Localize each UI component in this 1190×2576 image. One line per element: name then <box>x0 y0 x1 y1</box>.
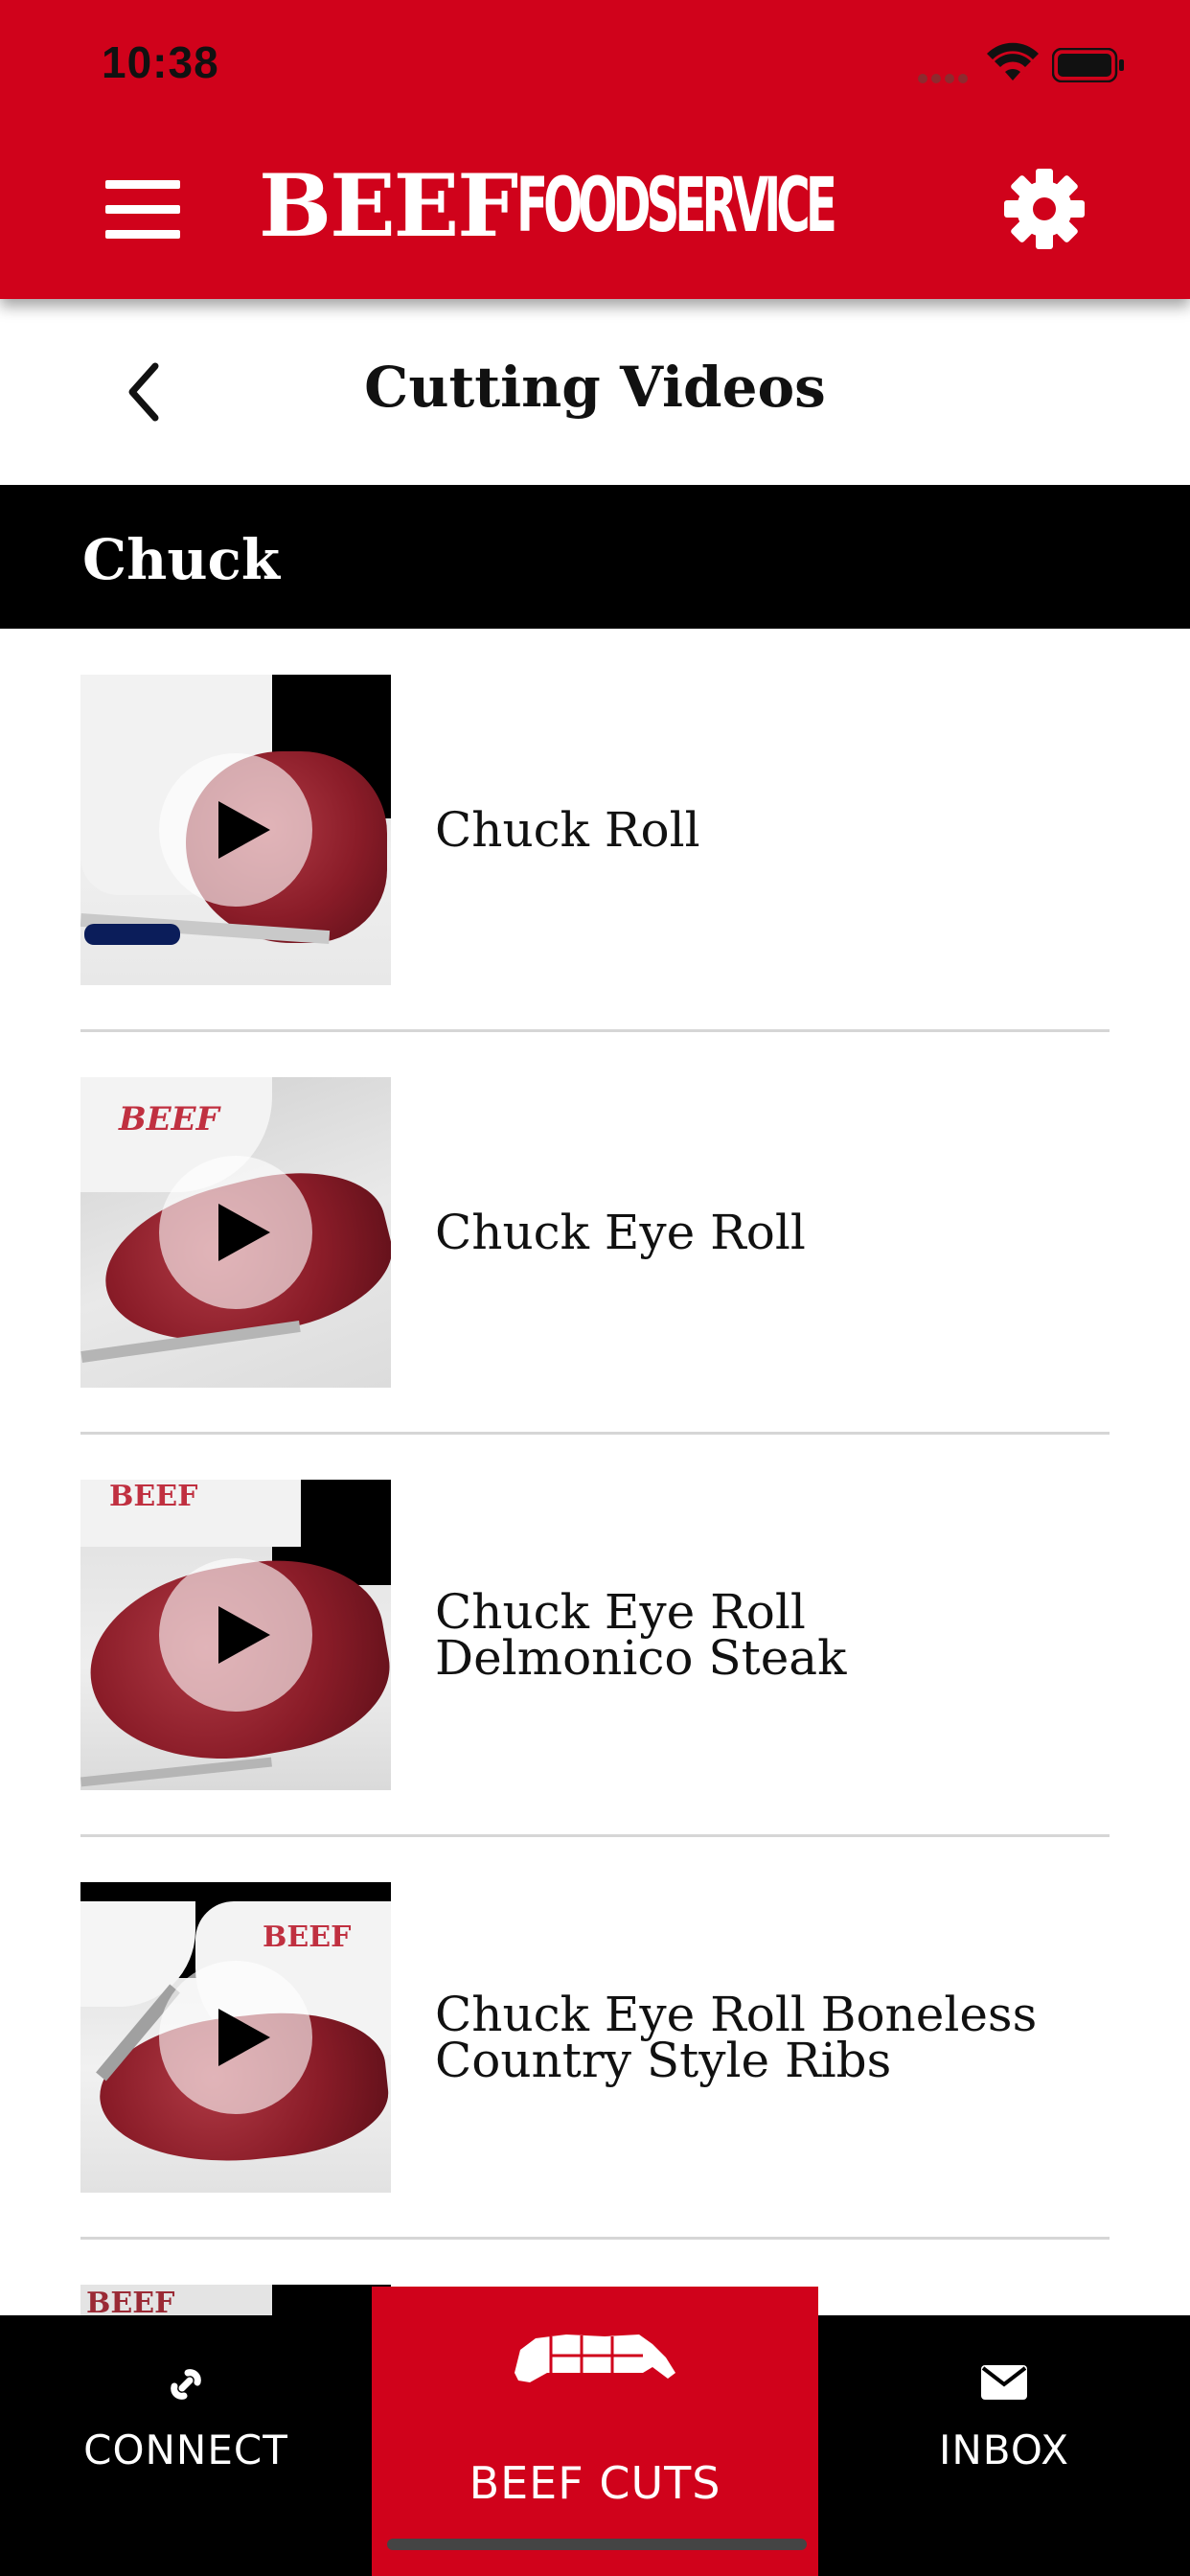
page-title: Cutting Videos <box>364 355 826 420</box>
play-icon[interactable] <box>159 753 312 907</box>
cow-cuts-icon <box>515 2334 675 2382</box>
tab-inbox-label: INBOX <box>938 2426 1070 2473</box>
brand-logo: BEEF FOODSERVICE <box>259 153 929 259</box>
tab-beef-cuts-label: BEEF CUTS <box>469 2457 721 2509</box>
cellular-signal-icon <box>918 69 972 83</box>
tab-connect-label: CONNECT <box>83 2426 288 2473</box>
link-icon <box>171 2369 201 2400</box>
wifi-icon <box>987 42 1039 80</box>
brand-primary: BEEF <box>259 155 518 257</box>
battery-icon <box>1052 48 1124 82</box>
play-icon[interactable] <box>159 1156 312 1309</box>
video-title: Chuck Eye Roll Boneless Country Style Rib… <box>435 1987 1038 2088</box>
section-title: Chuck <box>82 527 281 592</box>
video-thumbnail: BEEF <box>80 1882 391 2193</box>
video-thumbnail: BEEF <box>80 1480 391 1790</box>
play-icon[interactable] <box>159 1961 312 2114</box>
bottom-tab-bar: CONNECT BEEF CUTS INBOX <box>0 2287 1190 2576</box>
tab-connect[interactable]: CONNECT <box>0 2315 372 2576</box>
menu-icon[interactable] <box>105 180 182 239</box>
app-header: 10:38 BEEF FOODSERVICE <box>0 0 1190 299</box>
video-title: Chuck Eye Roll Delmonico Steak <box>435 1584 847 1686</box>
video-thumbnail <box>80 675 391 985</box>
video-item-chuck-eye-roll-country-ribs[interactable]: BEEF Chuck Eye Roll Boneless Country Styl… <box>80 1836 1110 2240</box>
video-title: Chuck Eye Roll <box>435 1205 806 1260</box>
home-indicator <box>387 2539 807 2550</box>
tab-beef-cuts[interactable]: BEEF CUTS <box>372 2287 818 2576</box>
status-time: 10:38 <box>102 37 219 87</box>
tab-inbox[interactable]: INBOX <box>818 2315 1190 2576</box>
brand-secondary: FOODSERVICE <box>516 163 837 249</box>
video-title: Chuck Roll <box>435 802 700 858</box>
video-item-chuck-eye-roll-delmonico[interactable]: BEEF Chuck Eye Roll Delmonico Steak <box>80 1434 1110 1837</box>
play-icon[interactable] <box>159 1558 312 1712</box>
section-header: Chuck <box>0 485 1190 629</box>
video-thumbnail: BEEF <box>80 1077 391 1388</box>
video-item-chuck-roll[interactable]: Chuck Roll <box>80 629 1110 1032</box>
envelope-icon <box>981 2365 1027 2400</box>
gear-icon[interactable] <box>1004 169 1085 249</box>
video-item-chuck-eye-roll[interactable]: BEEF Chuck Eye Roll <box>80 1031 1110 1435</box>
